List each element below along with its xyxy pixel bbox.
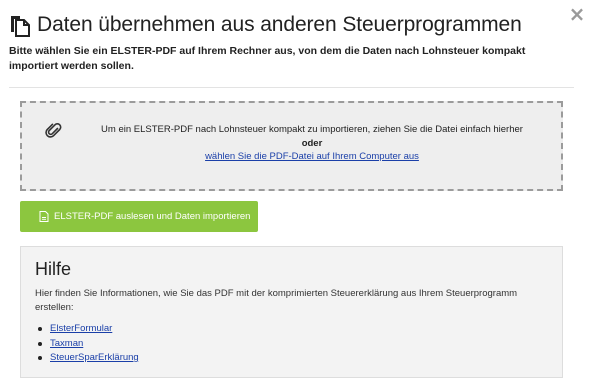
help-link-steuersparerklaerung[interactable]: SteuerSparErklärung [50,351,139,366]
list-item: Taxman [35,337,139,352]
help-title: Hilfe [35,259,72,279]
dropzone-instruction: Um ein ELSTER-PDF nach Lohnsteuer kompak… [101,124,523,135]
import-dialog: × Daten übernehmen aus anderen Steuerpro… [0,0,590,391]
paperclip-icon [45,123,62,138]
help-link-taxman[interactable]: Taxman [50,337,83,352]
import-button-label: ELSTER-PDF auslesen und Daten importiere… [54,211,251,222]
dialog-title: Daten übernehmen aus anderen Steuerprogr… [37,13,522,36]
close-icon[interactable]: × [567,4,587,24]
bullet-icon [38,356,42,361]
divider [9,87,574,88]
dropzone-or-label: oder [301,137,323,149]
list-item: ElsterFormular [35,322,139,337]
select-file-link[interactable]: wählen Sie die PDF-Datei auf Ihrem Compu… [205,151,419,162]
help-panel: Hilfe Hier finden Sie Informationen, wie… [20,246,563,378]
import-pdf-button[interactable]: ELSTER-PDF auslesen und Daten importiere… [20,201,258,232]
dropzone-text: Um ein ELSTER-PDF nach Lohnsteuer kompak… [82,123,542,164]
file-dropzone[interactable]: Um ein ELSTER-PDF nach Lohnsteuer kompak… [20,101,563,191]
pdf-file-icon [39,211,49,222]
help-link-elsterformular[interactable]: ElsterFormular [50,322,112,337]
dialog-header: Daten übernehmen aus anderen Steuerprogr… [9,13,522,37]
bullet-icon [38,341,42,346]
list-item: SteuerSparErklärung [35,351,139,366]
help-link-list: ElsterFormular Taxman SteuerSparErklärun… [35,322,139,366]
copy-document-icon [11,16,30,37]
help-text: Hier finden Sie Informationen, wie Sie d… [35,288,518,313]
dialog-subtitle: Bitte wählen Sie ein ELSTER-PDF auf Ihre… [9,45,526,72]
bullet-icon [38,327,42,332]
